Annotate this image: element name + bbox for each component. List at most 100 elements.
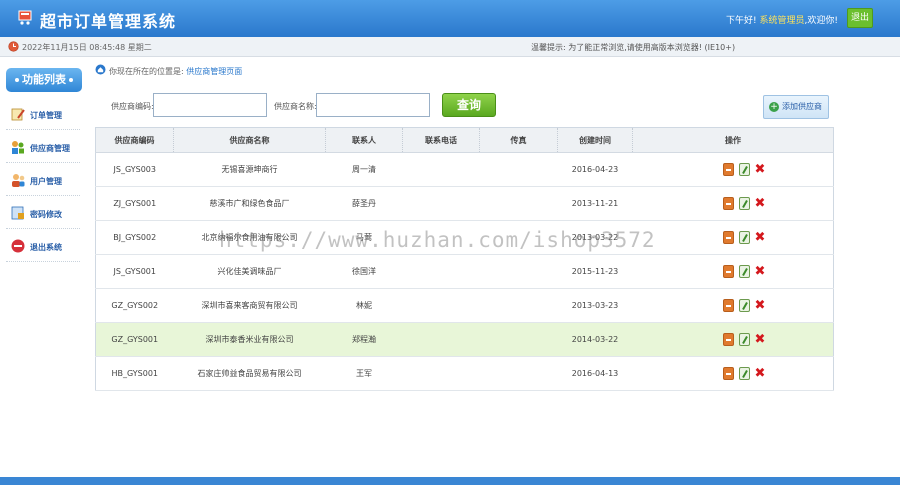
sidebar-item-users[interactable]: 用户管理 — [6, 168, 80, 196]
cell-contact: 王军 — [325, 356, 403, 391]
cell-actions: ✖ — [632, 220, 834, 255]
cell-code: ZJ_GYS001 — [95, 186, 174, 221]
view-icon[interactable] — [722, 265, 734, 278]
cell-code: JS_GYS001 — [95, 254, 174, 289]
cell-phone — [402, 186, 480, 221]
col-header-actions: 操作 — [632, 127, 834, 153]
welcome-text: ,欢迎你! — [804, 16, 838, 26]
table-row: GZ_GYS002 深圳市喜来客商贸有限公司 林妮 2013-03-23 ✖ — [95, 288, 834, 323]
delete-icon[interactable]: ✖ — [755, 197, 766, 210]
cell-phone — [402, 356, 480, 391]
sidebar-item-password[interactable]: 密码修改 — [6, 201, 80, 229]
view-icon[interactable] — [722, 231, 734, 244]
sidebar-item-label: 退出系统 — [30, 243, 62, 252]
delete-icon[interactable]: ✖ — [755, 231, 766, 244]
view-icon[interactable] — [722, 299, 734, 312]
cell-phone — [402, 288, 480, 323]
delete-icon[interactable]: ✖ — [755, 367, 766, 380]
table-header-row: 供应商编码 供应商名称 联系人 联系电话 传真 创建时间 操作 — [95, 127, 834, 153]
sidebar-item-suppliers[interactable]: 供应商管理 — [6, 135, 80, 163]
cell-fax — [479, 356, 558, 391]
cell-fax — [479, 152, 558, 187]
breadcrumb-prefix: 你现在所在的位置是: — [109, 67, 184, 76]
cell-phone — [402, 254, 480, 289]
supplier-code-input[interactable] — [153, 93, 267, 117]
view-icon[interactable] — [722, 163, 734, 176]
sidebar-title-text: 功能列表 — [22, 73, 66, 86]
clock-icon — [8, 41, 19, 52]
cell-code: JS_GYS003 — [95, 152, 174, 187]
cell-created: 2013-03-23 — [557, 288, 633, 323]
col-header-code: 供应商编码 — [95, 127, 174, 153]
supplier-code-label: 供应商编码: — [111, 102, 154, 111]
query-button-label: 查询 — [456, 98, 481, 112]
delete-icon[interactable]: ✖ — [755, 333, 766, 346]
breadcrumb: 你现在所在的位置是: 供应商管理页面 — [109, 66, 242, 77]
col-header-fax: 传真 — [479, 127, 558, 153]
cell-actions: ✖ — [632, 186, 834, 221]
sidebar-item-label: 订单管理 — [30, 111, 62, 120]
supplier-name-input[interactable] — [316, 93, 430, 117]
edit-icon[interactable] — [738, 197, 750, 210]
password-icon — [11, 206, 24, 220]
sidebar: 功能列表 订单管理 供应商管理 用户管理 密码修改 退出系统 — [0, 57, 86, 477]
cell-name: 慈溪市广和绿色食品厂 — [173, 186, 326, 221]
edit-icon[interactable] — [738, 231, 750, 244]
cell-phone — [402, 152, 480, 187]
cell-actions: ✖ — [632, 322, 834, 357]
edit-icon[interactable] — [738, 367, 750, 380]
delete-icon[interactable]: ✖ — [755, 163, 766, 176]
current-user: 系统管理员 — [759, 16, 805, 26]
app-title: 超市订单管理系统 — [40, 12, 177, 31]
supplier-icon — [12, 141, 24, 154]
cell-contact: 薛圣丹 — [325, 186, 403, 221]
cell-contact: 郑程瀚 — [325, 322, 403, 357]
cell-contact: 林妮 — [325, 288, 403, 323]
supplier-table: 供应商编码 供应商名称 联系人 联系电话 传真 创建时间 操作 JS_GYS00… — [95, 127, 834, 391]
user-icon — [12, 174, 25, 187]
delete-icon[interactable]: ✖ — [755, 265, 766, 278]
cell-created: 2015-11-23 — [557, 254, 633, 289]
cell-name: 石家庄帅益食品贸易有限公司 — [173, 356, 326, 391]
footer-bar — [0, 477, 900, 485]
info-bar: 2022年11月15日 08:45:48 星期二 温馨提示: 为了能正常浏览,请… — [0, 37, 900, 57]
logout-button[interactable]: 退出 — [847, 8, 873, 28]
cell-phone — [402, 322, 480, 357]
breadcrumb-location: 供应商管理页面 — [186, 67, 243, 76]
exit-icon — [11, 239, 25, 253]
edit-icon[interactable] — [738, 163, 750, 176]
table-row-highlighted: GZ_GYS001 深圳市泰香米业有限公司 郑程瀚 2014-03-22 ✖ — [95, 322, 834, 357]
sidebar-item-exit[interactable]: 退出系统 — [6, 234, 80, 262]
query-button[interactable]: 查询 — [442, 93, 496, 117]
view-icon[interactable] — [722, 197, 734, 210]
cell-fax — [479, 322, 558, 357]
table-row: JS_GYS003 无锡喜源坤商行 周一清 2016-04-23 ✖ — [95, 152, 834, 187]
cell-actions: ✖ — [632, 152, 834, 187]
sidebar-title: 功能列表 — [6, 68, 82, 92]
cell-created: 2016-04-23 — [557, 152, 633, 187]
datetime: 2022年11月15日 08:45:48 星期二 — [22, 43, 152, 52]
plus-icon: + — [769, 102, 779, 112]
watermark: https://www.huzhan.com/ishop3572 — [219, 228, 656, 252]
sidebar-item-orders[interactable]: 订单管理 — [6, 102, 80, 130]
view-icon[interactable] — [722, 367, 734, 380]
delete-icon[interactable]: ✖ — [755, 299, 766, 312]
cell-code: GZ_GYS002 — [95, 288, 174, 323]
cell-name: 兴化佳美调味品厂 — [173, 254, 326, 289]
cell-name: 深圳市泰香米业有限公司 — [173, 322, 326, 357]
sidebar-item-label: 密码修改 — [30, 210, 62, 219]
cell-contact: 周一清 — [325, 152, 403, 187]
browser-tip: 温馨提示: 为了能正常浏览,请使用高版本浏览器! (IE10+) — [531, 43, 736, 52]
table-row: HB_GYS001 石家庄帅益食品贸易有限公司 王军 2016-04-13 ✖ — [95, 356, 834, 391]
sidebar-item-label: 用户管理 — [30, 177, 62, 186]
order-icon — [11, 108, 25, 121]
cell-code: GZ_GYS001 — [95, 322, 174, 357]
cell-created: 2013-11-21 — [557, 186, 633, 221]
edit-icon[interactable] — [738, 299, 750, 312]
edit-icon[interactable] — [738, 333, 750, 346]
col-header-name: 供应商名称 — [173, 127, 326, 153]
edit-icon[interactable] — [738, 265, 750, 278]
table-row: JS_GYS001 兴化佳美调味品厂 徐国洋 2015-11-23 ✖ — [95, 254, 834, 289]
add-supplier-button[interactable]: + 添加供应商 — [763, 95, 829, 119]
view-icon[interactable] — [722, 333, 734, 346]
